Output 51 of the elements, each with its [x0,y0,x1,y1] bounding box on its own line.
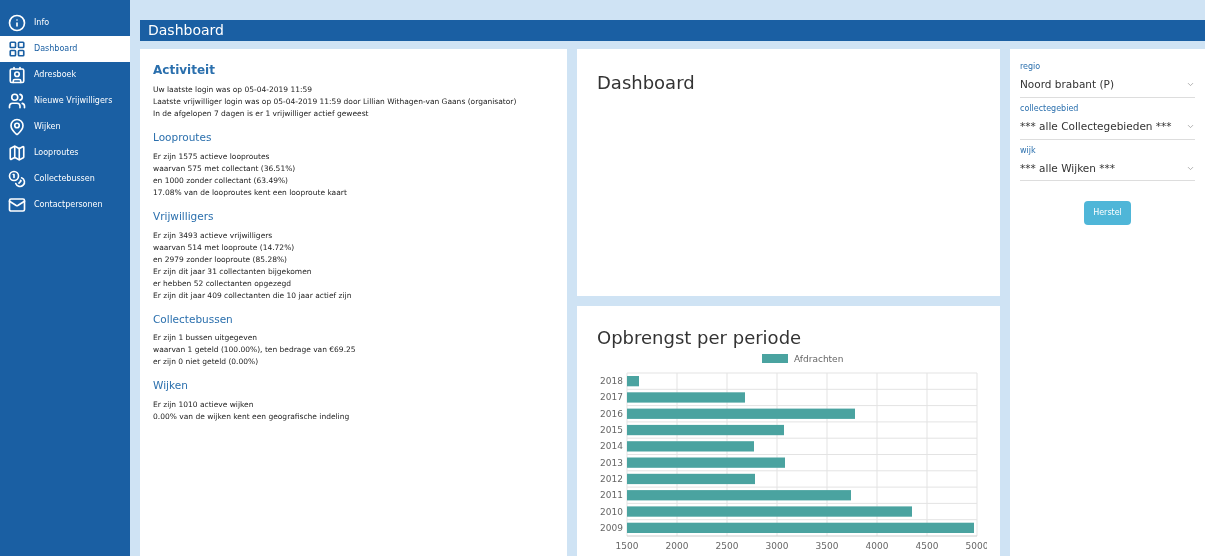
select-field[interactable]: *** alle Wijken *** [1020,156,1195,182]
sidebar-item[interactable]: Looproutes [0,140,130,166]
field-label: regio [1020,61,1042,73]
sidebar-item[interactable]: Adresboek [0,62,130,88]
axis-label: 2500 [715,541,739,551]
sidebar-item[interactable]: Wijken [0,114,130,140]
axis-label: 3500 [815,541,839,551]
axis-label: 2000 [665,541,689,551]
map-pin-icon [8,118,26,136]
axis-label: 2018 [600,376,623,387]
sidebar-item[interactable]: Info [0,10,130,36]
legend-label: Afdrachten [794,354,844,364]
sidebar-item[interactable]: Collectebussen [0,166,130,192]
axis-label: 1500 [615,541,639,551]
axis-label: 2009 [600,522,623,533]
axis-label: 3000 [765,541,789,551]
field-label: collectegebied [1020,102,1080,115]
sidebar-item[interactable]: Nieuwe Vrijwilligers [0,88,130,114]
sidebar-item[interactable]: Dashboard [0,36,130,62]
panel-title: Dashboard [597,72,695,93]
grid-icon [8,40,26,58]
page-title: Dashboard [148,21,224,40]
axis-label: 2014 [600,441,623,452]
axis-label: 2012 [600,473,623,484]
chart-legend: Afdrachten [762,354,844,364]
section-title: Vrijwilligers [153,208,215,224]
people-icon [8,92,26,110]
axis-label: 2011 [600,490,623,501]
select-field[interactable]: *** alle Collectegebieden *** [1020,114,1195,140]
section-title: Activiteit [153,62,216,79]
axis-label: 2016 [600,408,623,419]
chart-title: Opbrengst per periode [596,326,803,350]
axis-label: 2010 [600,506,623,517]
axis-label: 2015 [600,425,623,436]
chart-bar [627,376,639,387]
section-title: Collectebussen [153,311,234,327]
section-title: Wijken [153,378,189,394]
axis-label: 2013 [600,457,623,468]
coins-icon [8,170,26,188]
section-title: Looproutes [153,130,213,145]
axis-label: 4500 [915,541,939,551]
contact-card-icon [8,66,26,84]
sidebar-item[interactable]: Contactpersonen [0,192,130,218]
field-label: wijk [1020,144,1037,157]
axis-label: 4000 [865,541,889,551]
select-field[interactable]: Noord brabant (P) [1020,73,1195,98]
axis-label: 5000 [965,541,987,551]
axis-label: 2017 [600,392,623,403]
map-icon [8,144,26,162]
info-icon [8,14,26,32]
envelope-icon [8,196,26,214]
